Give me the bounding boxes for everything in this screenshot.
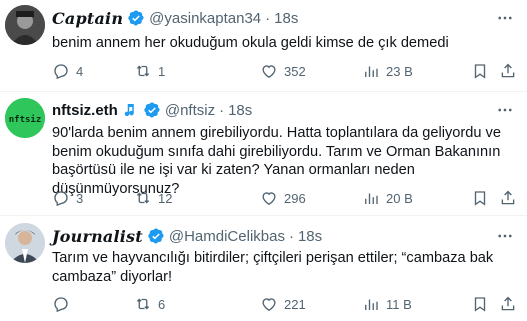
views-button[interactable]: 20 B: [362, 188, 413, 208]
music-note-icon: [121, 101, 139, 119]
handle[interactable]: @HamdiCelikbas: [169, 228, 285, 245]
like-icon: [262, 65, 276, 79]
like-button[interactable]: 296: [260, 188, 306, 208]
bookmark-icon: [474, 297, 486, 312]
reply-count: 3: [76, 190, 84, 206]
timestamp[interactable]: 18s: [274, 10, 298, 27]
handle[interactable]: @nftsiz: [165, 102, 215, 119]
share-icon: [501, 296, 515, 311]
share-icon: [501, 190, 515, 205]
reply-icon: [54, 64, 68, 80]
handle[interactable]: @yasinkaptan34: [149, 10, 261, 27]
retweet-icon: [136, 192, 150, 204]
separator-dot: ·: [219, 101, 225, 119]
timestamp[interactable]: 18s: [228, 102, 252, 119]
bookmark-icon: [474, 191, 486, 206]
retweet-icon: [136, 298, 150, 310]
views-icon: [365, 66, 378, 77]
share-icon: [501, 63, 515, 78]
views-icon: [365, 299, 378, 310]
display-name[interactable]: nftsiz.eth: [52, 102, 118, 119]
verified-badge-icon: [147, 227, 165, 245]
more-icon[interactable]: [495, 100, 515, 120]
avatar-nftsiz[interactable]: nftsiz: [5, 98, 45, 138]
tweet-journalist[interactable]: Journalist @HamdiCelikbas · 18s Tarım ve…: [0, 216, 527, 321]
separator-dot: ·: [265, 9, 271, 27]
reply-count: 4: [76, 63, 84, 79]
share-button[interactable]: [499, 61, 517, 81]
bookmark-button[interactable]: [471, 188, 489, 208]
reply-button[interactable]: [52, 294, 76, 314]
like-button[interactable]: 352: [260, 61, 306, 81]
retweet-icon: [136, 65, 150, 77]
timestamp[interactable]: 18s: [298, 228, 322, 245]
avatar-logo-text: nftsiz: [9, 114, 42, 125]
more-icon[interactable]: [495, 8, 515, 28]
views-count: 20 B: [386, 190, 413, 206]
like-count: 352: [284, 63, 306, 79]
like-icon: [262, 192, 276, 206]
views-count: 11 B: [386, 296, 412, 312]
display-name[interactable]: Captain: [52, 9, 123, 28]
like-icon: [262, 298, 276, 312]
tweet-text: 90'larda benim annem girebiliyordu. Hatt…: [52, 125, 501, 197]
retweet-button[interactable]: 1: [134, 61, 165, 81]
retweet-count: 12: [158, 190, 173, 206]
like-count: 221: [284, 296, 306, 312]
separator-dot: ·: [288, 227, 294, 245]
tweet-actions: 4 1 352 23 B: [52, 61, 517, 81]
retweet-button[interactable]: 6: [134, 294, 165, 314]
tweet-text: Tarım ve hayvancılığı bitirdiler; çiftçi…: [52, 250, 494, 285]
reply-button[interactable]: 3: [52, 188, 83, 208]
like-button[interactable]: 221: [260, 294, 306, 314]
views-count: 23 B: [386, 63, 413, 79]
retweet-count: 1: [158, 63, 166, 79]
tweet-nftsiz[interactable]: nftsiz nftsiz.eth @nftsiz · 18s 90'larda…: [0, 92, 527, 214]
retweet-count: 6: [158, 296, 166, 312]
bookmark-button[interactable]: [471, 61, 489, 81]
tweet-actions: 3 12 296 20 B: [52, 188, 517, 208]
verified-badge-icon: [127, 9, 145, 27]
display-name[interactable]: Journalist: [52, 227, 143, 246]
views-icon: [365, 193, 378, 204]
like-count: 296: [284, 190, 306, 206]
reply-button[interactable]: 4: [52, 61, 83, 81]
retweet-button[interactable]: 12: [134, 188, 172, 208]
tweet-actions: 6 221 11 B: [52, 294, 517, 314]
reply-icon: [54, 297, 68, 313]
avatar-journalist[interactable]: [5, 223, 45, 263]
share-button[interactable]: [499, 294, 517, 314]
avatar-captain[interactable]: [5, 5, 45, 45]
views-button[interactable]: 23 B: [362, 61, 413, 81]
verified-badge-icon: [143, 101, 161, 119]
bookmark-icon: [474, 64, 486, 79]
share-button[interactable]: [499, 188, 517, 208]
views-button[interactable]: 11 B: [362, 294, 412, 314]
tweet-captain[interactable]: Captain @yasinkaptan34 · 18s benim annem…: [0, 0, 527, 91]
more-icon[interactable]: [495, 226, 515, 246]
tweet-text: benim annem her okuduğum okula geldi kim…: [52, 35, 449, 51]
reply-icon: [54, 191, 68, 207]
bookmark-button[interactable]: [471, 294, 489, 314]
